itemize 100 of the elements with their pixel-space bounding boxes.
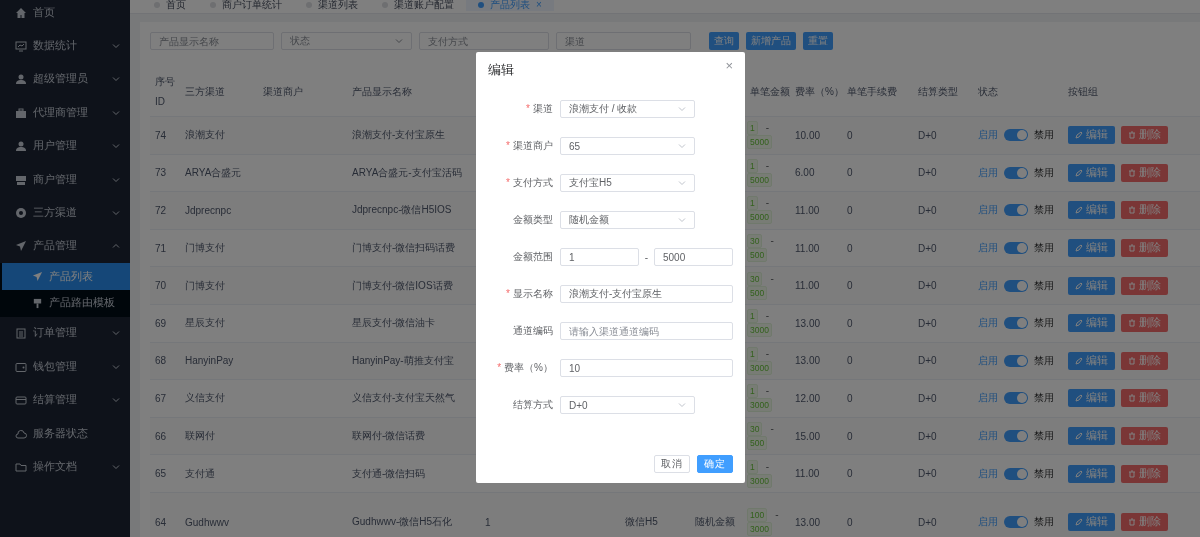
edit-button[interactable]: 编辑	[1068, 464, 1115, 483]
input-field[interactable]: 浪潮支付-支付宝原生	[560, 285, 733, 303]
delete-button[interactable]: 删除	[1121, 163, 1168, 182]
table-cell-text: 74	[154, 129, 168, 141]
range-separator: -	[765, 122, 770, 135]
sidebar-item[interactable]: 代理商管理	[0, 96, 130, 130]
field-label: * 费率（%）	[496, 361, 554, 375]
table-cell-text: 65	[154, 468, 168, 480]
delete-button[interactable]: 删除	[1121, 201, 1168, 220]
toolbar-button[interactable]: 查询	[709, 32, 739, 50]
edit-button[interactable]: 编辑	[1068, 126, 1115, 145]
delete-button[interactable]: 删除	[1121, 389, 1168, 408]
delete-button[interactable]: 删除	[1121, 276, 1168, 295]
delete-button[interactable]: 删除	[1121, 126, 1168, 145]
table-cell-text: 星辰支付-微信油卡	[351, 316, 437, 331]
amount-tag: 500	[747, 248, 768, 263]
table-cell-text: 13.00	[794, 355, 822, 367]
table-cell-text: 11.00	[794, 468, 821, 480]
close-button[interactable]: ×	[536, 0, 542, 10]
table-cell-text: 门博支付	[184, 278, 226, 293]
sidebar-item[interactable]: 数据统计	[0, 29, 130, 63]
toolbar-button[interactable]: 新增产品	[746, 32, 796, 50]
sidebar-item[interactable]: 首页	[0, 0, 130, 30]
user-icon	[15, 73, 27, 86]
tab[interactable]: 首页	[142, 0, 198, 11]
pencil-icon	[1075, 518, 1083, 527]
toggle-switch[interactable]	[1004, 516, 1028, 529]
amount-tag: 1	[747, 459, 758, 474]
amount-tag: 30	[747, 422, 763, 437]
edit-button[interactable]: 编辑	[1068, 239, 1115, 258]
input-field[interactable]: 10	[560, 359, 733, 377]
table-cell-text: 6.00	[794, 167, 816, 179]
toggle-switch[interactable]	[1004, 392, 1028, 405]
shop-icon	[15, 173, 27, 186]
table-cell-text: Gudhwwv-微信H5石化	[351, 515, 454, 530]
sidebar-item[interactable]: 商户管理	[0, 162, 130, 197]
range-separator: -	[770, 272, 774, 285]
delete-button[interactable]: 删除	[1121, 427, 1168, 446]
table-cell-text: D+0	[917, 242, 938, 254]
input-field[interactable]: 1	[560, 248, 639, 266]
cancel-button[interactable]: 取消	[654, 455, 690, 473]
table-cell-text: 0	[846, 430, 854, 442]
select-field[interactable]: 支付宝H5	[560, 174, 695, 192]
edit-button[interactable]: 编辑	[1068, 201, 1115, 220]
toggle-switch[interactable]	[1004, 279, 1028, 292]
sidebar-item[interactable]: 钱包管理	[0, 350, 130, 384]
toggle-switch[interactable]	[1004, 166, 1028, 179]
status-label: 禁用	[1034, 391, 1054, 406]
edit-button[interactable]: 编辑	[1068, 513, 1115, 532]
confirm-button[interactable]: 确定	[697, 455, 733, 473]
delete-button[interactable]: 删除	[1121, 351, 1168, 370]
chevron-icon	[112, 142, 120, 151]
sidebar-item[interactable]: 操作文档	[0, 450, 130, 484]
sidebar-item[interactable]: 产品路由模板	[2, 289, 130, 317]
status-label: 启用	[978, 128, 998, 143]
toggle-switch[interactable]	[1004, 129, 1028, 142]
delete-button[interactable]: 删除	[1121, 314, 1168, 333]
table-cell-text: 0	[846, 280, 854, 292]
toggle-switch[interactable]	[1004, 430, 1028, 443]
chevron-icon	[112, 242, 120, 251]
edit-button[interactable]: 编辑	[1068, 163, 1115, 182]
delete-button[interactable]: 删除	[1121, 464, 1168, 483]
status-label: 禁用	[1034, 128, 1054, 143]
select-field[interactable]: 随机金额	[560, 211, 695, 229]
toggle-switch[interactable]	[1004, 354, 1028, 367]
chevron-icon	[112, 75, 120, 84]
sidebar-item[interactable]: 产品列表	[2, 263, 130, 290]
toggle-switch[interactable]	[1004, 242, 1028, 255]
toggle-switch[interactable]	[1004, 204, 1028, 217]
toggle-switch[interactable]	[1004, 467, 1028, 480]
chevron-icon	[112, 42, 120, 51]
edit-button[interactable]: 编辑	[1068, 314, 1115, 333]
edit-button[interactable]: 编辑	[1068, 389, 1115, 408]
table-cell-text: 15.00	[794, 430, 822, 442]
table-cell-text: 联网付	[184, 429, 216, 444]
select-field[interactable]: 浪潮支付 / 收款	[560, 100, 695, 118]
edit-button[interactable]: 编辑	[1068, 276, 1115, 295]
status-label: 禁用	[1034, 241, 1054, 256]
table-cell-text: 随机金额	[694, 515, 736, 530]
input-field[interactable]: 5000	[654, 248, 733, 266]
sidebar-item[interactable]: 超级管理员	[0, 62, 130, 97]
edit-button[interactable]: 编辑	[1068, 351, 1115, 370]
wallet-icon	[15, 360, 27, 373]
sidebar-item[interactable]: 用户管理	[0, 129, 130, 163]
delete-button[interactable]: 删除	[1121, 239, 1168, 258]
toolbar-button[interactable]: 重置	[803, 32, 833, 50]
table-cell-text: 1	[484, 516, 492, 528]
sidebar-item[interactable]: 服务器状态	[0, 416, 130, 451]
field-label: * 渠道	[525, 102, 554, 116]
sidebar-item[interactable]: 结算管理	[0, 383, 130, 417]
delete-button[interactable]: 删除	[1121, 513, 1168, 532]
input-field[interactable]: 请输入渠道通道编码	[560, 322, 733, 340]
table-cell-text: 义信支付-支付宝天然气	[351, 391, 457, 406]
range-separator: -	[765, 385, 770, 398]
close-button[interactable]: ×	[725, 58, 733, 73]
cloud-icon	[15, 427, 27, 440]
select-field[interactable]: D+0	[560, 396, 695, 414]
select-field[interactable]: 65	[560, 137, 695, 155]
edit-button[interactable]: 编辑	[1068, 427, 1115, 446]
toggle-switch[interactable]	[1004, 317, 1028, 330]
